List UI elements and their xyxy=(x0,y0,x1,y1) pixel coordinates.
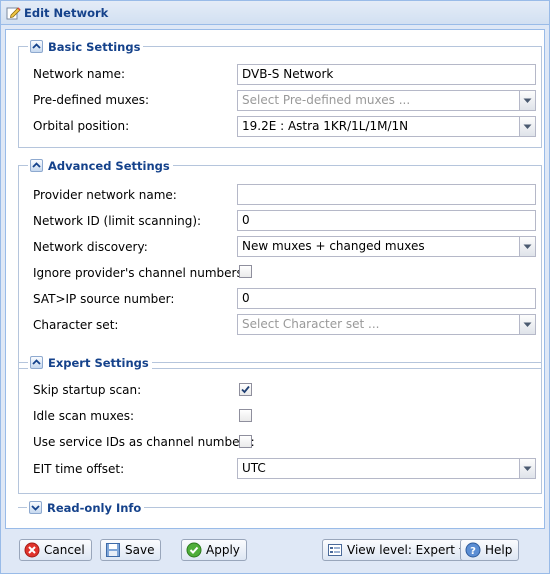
satip-source-label: SAT>IP source number: xyxy=(33,292,175,306)
checkmark-icon xyxy=(241,385,250,394)
eit-time-offset-select[interactable]: UTC xyxy=(237,458,536,479)
orbital-position-value: 19.2E : Astra 1KR/1L/1M/1N xyxy=(242,119,409,133)
expand-toggle-icon[interactable] xyxy=(29,501,42,514)
network-name-label: Network name: xyxy=(33,67,125,81)
chevron-down-icon[interactable] xyxy=(519,91,535,110)
view-level-label: View level: Expert xyxy=(347,543,456,557)
eit-time-offset-value: UTC xyxy=(242,461,266,475)
provider-network-name-label: Provider network name: xyxy=(33,188,177,202)
help-label: Help xyxy=(485,543,513,557)
readonly-info-legend: Read-only Info xyxy=(27,499,145,516)
character-set-label: Character set: xyxy=(33,318,119,332)
ignore-channel-numbers-label: Ignore provider's channel numbers: xyxy=(33,266,247,280)
basic-settings-title: Basic Settings xyxy=(48,39,141,54)
orbital-position-select[interactable]: 19.2E : Astra 1KR/1L/1M/1N xyxy=(237,116,536,137)
window-title: Edit Network xyxy=(24,6,109,20)
button-bar: Cancel Save Apply View level: Expert ? H… xyxy=(1,531,549,573)
predefined-muxes-label: Pre-defined muxes: xyxy=(33,93,150,107)
skip-startup-scan-checkbox[interactable] xyxy=(239,383,252,396)
advanced-settings-title: Advanced Settings xyxy=(48,158,170,173)
cancel-button[interactable]: Cancel xyxy=(19,539,92,561)
service-ids-label: Use service IDs as channel numbers: xyxy=(33,435,255,449)
skip-startup-scan-label: Skip startup scan: xyxy=(33,383,142,397)
expert-settings-title: Expert Settings xyxy=(48,355,149,370)
expert-settings-fieldset: Expert Settings Skip startup scan: Idle … xyxy=(18,354,542,494)
service-ids-checkbox[interactable] xyxy=(239,435,252,448)
character-set-placeholder: Select Character set ... xyxy=(242,317,380,331)
network-name-input[interactable]: DVB-S Network xyxy=(237,64,536,85)
network-id-label: Network ID (limit scanning): xyxy=(33,214,202,228)
network-discovery-select[interactable]: New muxes + changed muxes xyxy=(237,236,536,257)
satip-source-input[interactable]: 0 xyxy=(237,288,536,309)
save-label: Save xyxy=(125,543,155,557)
network-discovery-value: New muxes + changed muxes xyxy=(242,239,425,253)
provider-network-name-input[interactable] xyxy=(237,184,536,205)
idle-scan-muxes-label: Idle scan muxes: xyxy=(33,409,135,423)
apply-check-icon xyxy=(186,542,202,558)
advanced-settings-legend: Advanced Settings xyxy=(28,157,173,174)
chevron-down-icon[interactable] xyxy=(519,237,535,256)
expert-settings-legend: Expert Settings xyxy=(28,354,152,371)
eit-time-offset-label: EIT time offset: xyxy=(33,462,125,476)
readonly-info-title: Read-only Info xyxy=(47,500,142,515)
collapse-toggle-icon[interactable] xyxy=(30,159,43,172)
cancel-label: Cancel xyxy=(44,543,85,557)
cancel-icon xyxy=(24,542,40,558)
view-level-icon xyxy=(327,542,343,558)
chevron-down-icon[interactable] xyxy=(519,459,535,478)
idle-scan-muxes-checkbox[interactable] xyxy=(239,409,252,422)
collapse-toggle-icon[interactable] xyxy=(30,40,43,53)
basic-settings-fieldset: Basic Settings Network name: DVB-S Netwo… xyxy=(18,38,542,148)
svg-text:?: ? xyxy=(470,546,476,557)
chevron-down-icon[interactable] xyxy=(519,315,535,334)
form-body: Basic Settings Network name: DVB-S Netwo… xyxy=(5,29,545,529)
apply-button[interactable]: Apply xyxy=(181,539,247,561)
collapse-toggle-icon[interactable] xyxy=(30,356,43,369)
help-icon: ? xyxy=(465,542,481,558)
predefined-muxes-select[interactable]: Select Pre-defined muxes ... xyxy=(237,90,536,111)
apply-label: Apply xyxy=(206,543,240,557)
pencil-edit-icon xyxy=(6,5,21,20)
basic-settings-legend: Basic Settings xyxy=(28,38,144,55)
view-level-button[interactable]: View level: Expert xyxy=(322,539,475,561)
character-set-select[interactable]: Select Character set ... xyxy=(237,314,536,335)
orbital-position-label: Orbital position: xyxy=(33,119,130,133)
window-titlebar[interactable]: Edit Network xyxy=(1,1,549,25)
save-button[interactable]: Save xyxy=(100,539,162,561)
advanced-settings-fieldset: Advanced Settings Provider network name:… xyxy=(18,157,542,369)
edit-network-window: Edit Network Basic Settings Network name… xyxy=(0,0,550,574)
predefined-muxes-placeholder: Select Pre-defined muxes ... xyxy=(242,93,411,107)
help-button[interactable]: ? Help xyxy=(460,539,520,561)
chevron-down-icon[interactable] xyxy=(519,117,535,136)
network-discovery-label: Network discovery: xyxy=(33,240,148,254)
ignore-channel-numbers-checkbox[interactable] xyxy=(239,265,252,278)
save-icon xyxy=(105,542,121,558)
network-id-input[interactable]: 0 xyxy=(237,210,536,231)
